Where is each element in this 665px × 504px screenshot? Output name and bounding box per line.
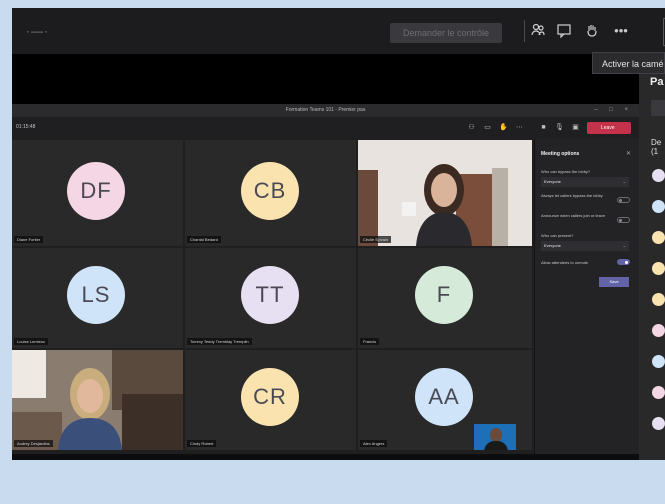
background-strip (0, 460, 665, 504)
participant-avatar: TT (241, 266, 299, 324)
participants-icon[interactable] (529, 22, 547, 40)
panel-title: Pa (650, 76, 664, 88)
window-controls[interactable]: – □ × (594, 104, 633, 117)
webcam-video (12, 350, 183, 450)
bypass-lobby-label: Who can bypass the lobby? (541, 169, 591, 174)
participant-tile[interactable]: CR Cindy Robert (185, 350, 356, 450)
raise-hand-icon[interactable] (583, 22, 601, 40)
participant-avatar[interactable] (652, 231, 665, 244)
participant-name: Audrey Desjardins (14, 440, 53, 447)
participant-name: Cécile Sylvain (360, 236, 392, 243)
participant-tile[interactable]: TT Tommy Teddy Tremblay Tremplin (185, 248, 356, 348)
chat-icon[interactable] (555, 22, 573, 40)
participants-icon[interactable]: ⚇ (467, 123, 476, 132)
camera-tooltip: Activer la caméra (592, 52, 665, 74)
participant-avatar[interactable] (652, 200, 665, 213)
announce-label: Announce when callers join or leave (541, 213, 606, 218)
background-strip (0, 0, 665, 8)
participant-avatar[interactable] (652, 293, 665, 306)
leave-button[interactable]: Leave (587, 122, 631, 134)
participant-avatar: F (415, 266, 473, 324)
present-label: Who can present? (541, 233, 574, 238)
participant-tile[interactable]: F Francis (358, 248, 532, 348)
more-icon[interactable]: ••• (612, 22, 630, 40)
participant-tile[interactable]: DF Diane Fortier (12, 140, 183, 246)
divider (524, 20, 525, 42)
microphone-icon[interactable]: 🎙 (555, 123, 564, 132)
participant-name: Francis (360, 338, 380, 345)
self-view-video[interactable] (474, 424, 516, 450)
participant-avatar[interactable] (652, 355, 665, 368)
participant-avatar: AA (415, 368, 473, 426)
webcam-video (358, 140, 532, 246)
inner-meeting-toolbar: 01:15:48 ⚇ ▭ ✋ ⋯ ■ 🎙 ▣ Leave (12, 117, 639, 139)
chevron-down-icon: ⌄ (622, 243, 626, 248)
participant-avatar: DF (67, 162, 125, 220)
participant-name: Cindy Robert (187, 440, 217, 447)
outer-meeting-toolbar: ·—· Demander le contrôle ••• (12, 8, 665, 54)
participant-avatar[interactable] (652, 169, 665, 182)
always-lobby-toggle[interactable] (617, 197, 630, 203)
participant-avatar: LS (67, 266, 125, 324)
window-titlebar: Formation Teams 101 - Premier pas – □ × (12, 104, 639, 117)
close-icon[interactable]: ✕ (626, 150, 631, 157)
participant-avatar: CB (241, 162, 299, 220)
present-select[interactable]: Everyone ⌄ (541, 241, 629, 251)
participant-tile[interactable]: CB Chantal Bedard (185, 140, 356, 246)
participant-avatar: CR (241, 368, 299, 426)
participants-panel: Pa De (1 (639, 74, 665, 460)
save-button[interactable]: Save (599, 277, 629, 287)
participant-avatar[interactable] (652, 417, 665, 430)
meeting-timer: 01:15:48 (16, 124, 36, 130)
participant-name: Louise Lemieux (14, 338, 49, 345)
chevron-down-icon: ⌄ (622, 179, 626, 184)
meeting-options-panel: Meeting options ✕ Who can bypass the lob… (534, 139, 639, 454)
participant-avatar[interactable] (652, 262, 665, 275)
unmute-label: Allow attendees to unmute (541, 260, 589, 265)
panel-search-box[interactable] (651, 100, 665, 116)
bypass-lobby-select[interactable]: Everyone ⌄ (541, 177, 629, 187)
share-screen-icon[interactable]: ▣ (571, 123, 580, 132)
participant-video-tile[interactable]: Audrey Desjardins (12, 350, 183, 450)
participant-name: Chantal Bedard (187, 236, 221, 243)
inner-teams-window: Formation Teams 101 - Premier pas – □ × … (12, 104, 639, 454)
camera-icon[interactable]: ■ (539, 123, 548, 132)
raise-hand-icon[interactable]: ✋ (499, 123, 508, 132)
announce-toggle[interactable] (617, 217, 630, 223)
request-control-button[interactable]: Demander le contrôle (390, 23, 502, 43)
participant-name: Diane Fortier (14, 236, 44, 243)
participant-avatar[interactable] (652, 324, 665, 337)
participant-video-tile[interactable]: Cécile Sylvain (358, 140, 532, 246)
participant-name: Tommy Teddy Tremblay Tremplin (187, 338, 252, 345)
section-heading: De (1 (651, 138, 662, 156)
panel-title: Meeting options (541, 151, 580, 157)
more-icon[interactable]: ⋯ (515, 123, 524, 132)
always-lobby-label: Always let callers bypass the lobby (541, 193, 603, 198)
participant-tile[interactable]: AA Alex Angers (358, 350, 532, 450)
drag-handle-icon[interactable]: ·—· (26, 24, 49, 38)
background-strip (0, 0, 12, 460)
unmute-toggle[interactable] (617, 259, 630, 265)
participant-name: Alex Angers (360, 440, 388, 447)
participant-avatar[interactable] (652, 386, 665, 399)
window-title: Formation Teams 101 - Premier pas (285, 107, 366, 113)
participant-tile[interactable]: LS Louise Lemieux (12, 248, 183, 348)
chat-icon[interactable]: ▭ (483, 123, 492, 132)
stage-top (12, 54, 665, 104)
